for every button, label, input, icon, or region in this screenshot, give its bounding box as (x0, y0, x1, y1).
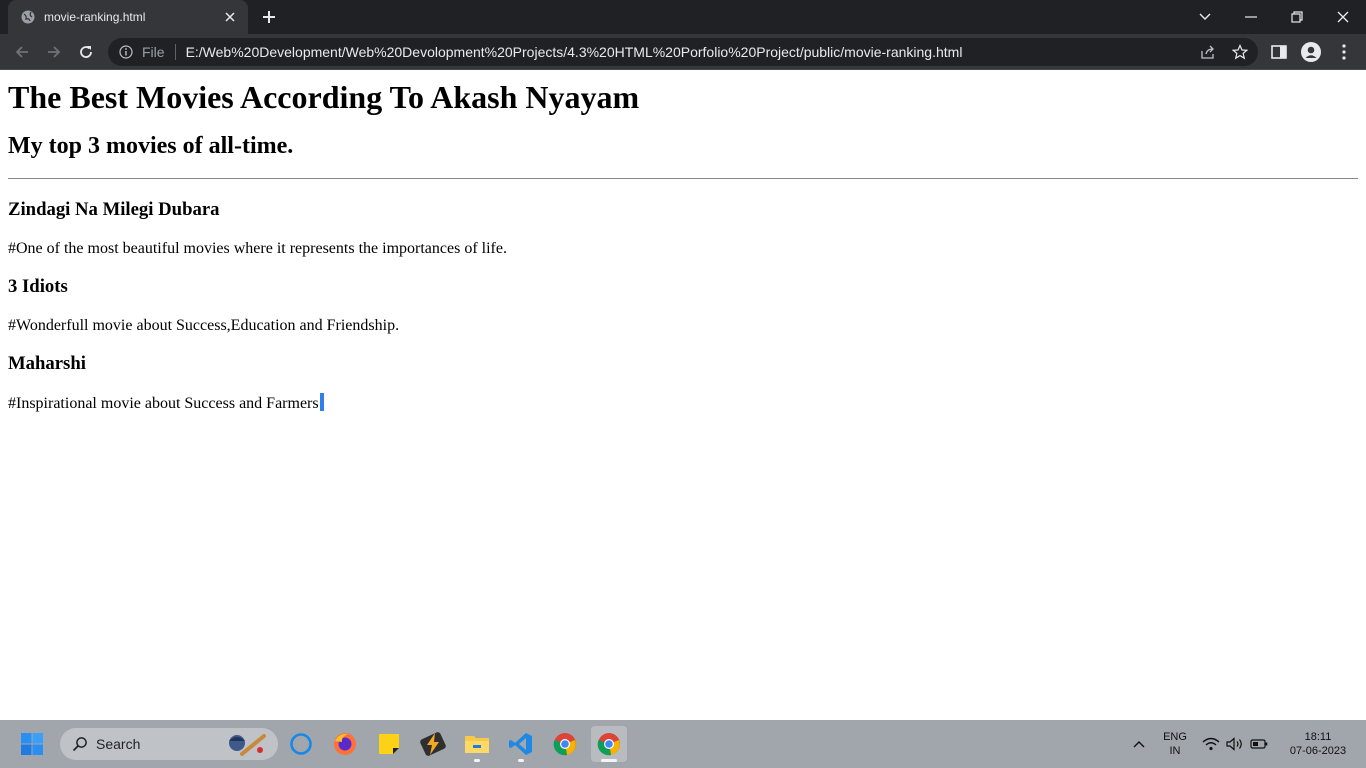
reload-button[interactable] (72, 38, 100, 66)
movie-title: Zindagi Na Milegi Dubara (8, 199, 220, 220)
file-explorer-icon[interactable] (459, 726, 495, 762)
address-separator (174, 44, 176, 60)
running-indicator (518, 759, 524, 762)
sticky-notes-icon[interactable] (371, 726, 407, 762)
browser-tab[interactable]: movie-ranking.html (8, 0, 248, 34)
language-line1: ENG (1163, 731, 1187, 743)
side-panel-icon[interactable] (1265, 38, 1293, 66)
minimize-window-button[interactable] (1228, 0, 1274, 34)
page-subtitle: My top 3 movies of all-time. (8, 133, 294, 159)
search-label: Search (96, 736, 141, 752)
tab-search-chevron-icon[interactable] (1182, 0, 1228, 34)
back-button[interactable] (8, 38, 36, 66)
arrow-right-icon (48, 46, 61, 58)
new-tab-button[interactable] (259, 7, 279, 27)
start-button[interactable] (14, 726, 50, 762)
text-caret (319, 393, 324, 411)
movie-title: 3 Idiots (8, 276, 68, 297)
battery-icon (1250, 739, 1268, 749)
forward-button[interactable] (40, 38, 68, 66)
clock-date: 07-06-2023 (1289, 745, 1347, 757)
clock-time: 18:11 (1304, 731, 1332, 743)
movie-title: Maharshi (8, 353, 86, 374)
browser-toolbar: File E:/Web%20Development/Web%20Devolopm… (0, 34, 1366, 70)
cortana-icon[interactable] (283, 726, 319, 762)
windows-logo-icon (21, 733, 43, 755)
taskbar-search[interactable]: Search (60, 728, 278, 760)
quick-settings[interactable] (1198, 726, 1272, 762)
speaker-icon (1226, 737, 1242, 751)
movie-description-row: #Inspirational movie about Success and F… (8, 393, 1358, 413)
active-indicator (601, 759, 617, 762)
language-line2: IN (1169, 745, 1181, 757)
taskbar: Search ENG IN 18:11 07-06-2023 (0, 720, 1366, 768)
tab-title: movie-ranking.html (44, 10, 146, 24)
vscode-icon[interactable] (503, 726, 539, 762)
close-tab-icon[interactable] (222, 9, 238, 25)
movie-description: #Inspirational movie about Success and F… (8, 395, 319, 412)
chrome-icon[interactable] (547, 726, 583, 762)
page-title: The Best Movies According To Akash Nyaya… (8, 79, 640, 115)
address-url[interactable]: E:/Web%20Development/Web%20Devolopment%2… (186, 44, 1258, 60)
winamp-lightning-icon[interactable] (415, 726, 451, 762)
search-icon (72, 737, 87, 752)
reload-icon (80, 46, 92, 58)
browser-tabstrip: movie-ranking.html (0, 0, 1366, 34)
clock[interactable]: 18:11 07-06-2023 (1278, 730, 1358, 758)
movie-description: #One of the most beautiful movies where … (8, 240, 507, 257)
firefox-icon[interactable] (327, 726, 363, 762)
movie-description: #Wonderfull movie about Success,Educatio… (8, 317, 400, 334)
chevron-up-icon[interactable] (1124, 726, 1154, 762)
kebab-menu-icon[interactable] (1330, 38, 1358, 66)
address-bar[interactable]: File E:/Web%20Development/Web%20Devolopm… (108, 38, 1258, 66)
restore-window-button[interactable] (1274, 0, 1320, 34)
search-highlight-cricket-icon (224, 730, 270, 763)
globe-icon (20, 9, 36, 25)
divider (8, 178, 1358, 179)
profile-avatar-icon[interactable] (1297, 38, 1325, 66)
address-scheme-label: File (142, 44, 165, 60)
chrome-active-window-icon[interactable] (591, 726, 627, 762)
arrow-left-icon (15, 46, 28, 58)
running-indicator (474, 759, 480, 762)
close-window-button[interactable] (1320, 0, 1366, 34)
info-icon[interactable] (118, 44, 134, 60)
language-indicator[interactable]: ENG IN (1160, 730, 1190, 758)
wifi-icon (1202, 737, 1220, 751)
share-icon[interactable] (1200, 44, 1216, 60)
bookmark-star-icon[interactable] (1232, 44, 1248, 60)
page-content: The Best Movies According To Akash Nyaya… (0, 71, 1366, 720)
